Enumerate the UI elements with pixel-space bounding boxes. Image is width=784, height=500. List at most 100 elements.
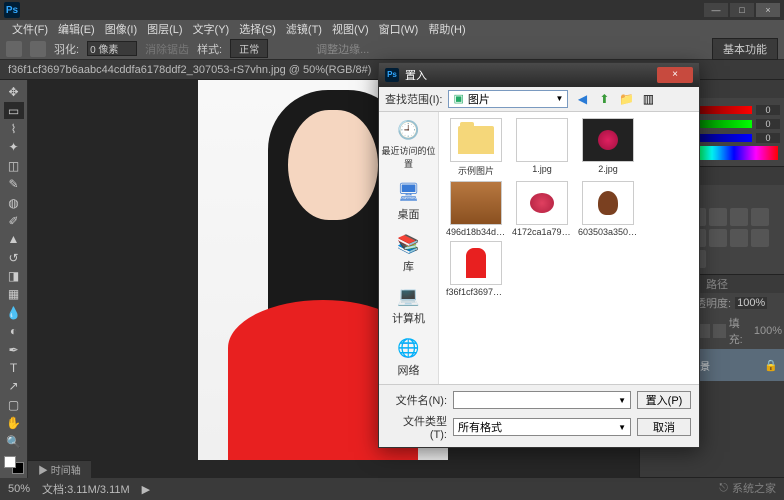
place-computer[interactable]: 💻计算机 bbox=[392, 284, 425, 326]
lookin-combo[interactable]: ▣ 图片 ▼ bbox=[448, 90, 568, 108]
maximize-button[interactable]: □ bbox=[730, 3, 754, 17]
close-button[interactable]: × bbox=[756, 3, 780, 17]
color-swatch[interactable] bbox=[4, 456, 24, 474]
style-select[interactable]: 正常 bbox=[230, 39, 268, 58]
place-library[interactable]: 📚库 bbox=[395, 232, 423, 274]
feather-input[interactable] bbox=[87, 41, 137, 56]
file-item[interactable]: 示例图片 bbox=[445, 118, 507, 177]
move-tool[interactable]: ✥ bbox=[4, 84, 24, 100]
place-network[interactable]: 🌐网络 bbox=[395, 336, 423, 378]
adj-vibrance-icon[interactable] bbox=[730, 208, 748, 226]
up-icon[interactable]: ⬆ bbox=[596, 91, 612, 107]
menu-window[interactable]: 窗口(W) bbox=[375, 20, 423, 38]
dodge-tool[interactable]: ◐ bbox=[4, 323, 24, 339]
title-bar: Ps — □ × bbox=[0, 0, 784, 20]
g-value[interactable]: 0 bbox=[756, 119, 780, 129]
timeline-tab[interactable]: ▶ 时间轴 bbox=[28, 460, 91, 478]
back-icon[interactable]: ◀ bbox=[574, 91, 590, 107]
dialog-title-bar[interactable]: Ps 置入 × bbox=[379, 63, 699, 87]
computer-icon: 💻 bbox=[395, 284, 423, 308]
place-dialog: Ps 置入 × 查找范围(I): ▣ 图片 ▼ ◀ ⬆ 📁 ▥ 🕘最近访问的位置… bbox=[378, 62, 700, 448]
adj-exposure-icon[interactable] bbox=[709, 208, 727, 226]
menu-file[interactable]: 文件(F) bbox=[8, 20, 52, 38]
paths-tab[interactable]: 路径 bbox=[706, 276, 728, 292]
adj-poster-icon[interactable] bbox=[751, 229, 769, 247]
menu-image[interactable]: 图像(I) bbox=[101, 20, 141, 38]
file-item[interactable]: 4172ca1a795d... bbox=[511, 181, 573, 237]
file-item[interactable]: 1.jpg bbox=[511, 118, 573, 177]
antialias-label: 消除锯齿 bbox=[145, 41, 189, 57]
menu-layer[interactable]: 图层(L) bbox=[143, 20, 186, 38]
fill-value[interactable]: 100% bbox=[754, 325, 782, 337]
menu-edit[interactable]: 编辑(E) bbox=[54, 20, 99, 38]
place-recent[interactable]: 🕘最近访问的位置 bbox=[379, 118, 438, 170]
eraser-tool[interactable]: ◨ bbox=[4, 268, 24, 284]
zoom-level[interactable]: 50% bbox=[8, 483, 30, 495]
b-value[interactable]: 0 bbox=[756, 133, 780, 143]
crop-tool[interactable]: ◫ bbox=[4, 158, 24, 174]
place-desktop[interactable]: 🖥桌面 bbox=[395, 180, 423, 222]
minimize-button[interactable]: — bbox=[704, 3, 728, 17]
chevron-down-icon: ▼ bbox=[618, 423, 626, 432]
adj-lookup-icon[interactable] bbox=[709, 229, 727, 247]
pen-tool[interactable]: ✒ bbox=[4, 341, 24, 357]
hand-tool[interactable]: ✋ bbox=[4, 415, 24, 431]
wand-tool[interactable]: ✦ bbox=[4, 139, 24, 155]
blur-tool[interactable]: 💧 bbox=[4, 305, 24, 321]
recent-icon: 🕘 bbox=[395, 118, 423, 142]
refine-edge-button[interactable]: 调整边缘... bbox=[316, 41, 369, 57]
views-icon[interactable]: ▥ bbox=[640, 91, 656, 107]
brush-tool[interactable]: ✐ bbox=[4, 213, 24, 229]
place-button[interactable]: 置入(P) bbox=[637, 391, 691, 409]
shape-tool[interactable]: ▢ bbox=[4, 397, 24, 413]
fill-label: 填充: bbox=[729, 315, 751, 347]
dialog-body: 🕘最近访问的位置 🖥桌面 📚库 💻计算机 🌐网络 示例图片 1.jpg 2.jp… bbox=[379, 112, 699, 384]
type-tool[interactable]: T bbox=[4, 360, 24, 376]
lasso-tool[interactable]: ⌇ bbox=[4, 121, 24, 137]
path-tool[interactable]: ↗ bbox=[4, 378, 24, 394]
zoom-tool[interactable]: 🔍 bbox=[4, 433, 24, 449]
filename-label: 文件名(N): bbox=[387, 392, 447, 408]
adj-invert-icon[interactable] bbox=[730, 229, 748, 247]
lock-all-icon[interactable] bbox=[713, 324, 725, 338]
menu-help[interactable]: 帮助(H) bbox=[424, 20, 469, 38]
lookin-label: 查找范围(I): bbox=[385, 91, 442, 107]
heal-tool[interactable]: ◍ bbox=[4, 194, 24, 210]
file-list[interactable]: 示例图片 1.jpg 2.jpg 496d18b34d07... 4172ca1… bbox=[439, 112, 699, 384]
menu-filter[interactable]: 滤镜(T) bbox=[282, 20, 326, 38]
document-tab[interactable]: f36f1cf3697b6aabc44cddfa6178ddf2_307053-… bbox=[8, 64, 383, 76]
adj-hue-icon[interactable] bbox=[751, 208, 769, 226]
r-value[interactable]: 0 bbox=[756, 105, 780, 115]
marquee-tool[interactable]: ▭ bbox=[4, 102, 24, 118]
tool-preset-icon[interactable] bbox=[6, 41, 22, 57]
cancel-button[interactable]: 取消 bbox=[637, 418, 691, 436]
stamp-tool[interactable]: ▲ bbox=[4, 231, 24, 247]
file-item[interactable]: f36f1cf3697b6... bbox=[445, 241, 507, 297]
dialog-footer: 文件名(N): ▼ 置入(P) 文件类型(T): 所有格式▼ 取消 bbox=[379, 384, 699, 447]
new-folder-icon[interactable]: 📁 bbox=[618, 91, 634, 107]
lookin-value: 图片 bbox=[468, 91, 490, 107]
file-item[interactable]: 496d18b34d07... bbox=[445, 181, 507, 237]
eyedropper-tool[interactable]: ✎ bbox=[4, 176, 24, 192]
file-item[interactable]: 603503a350104... bbox=[577, 181, 639, 237]
app-logo: Ps bbox=[4, 2, 20, 18]
menu-select[interactable]: 选择(S) bbox=[235, 20, 280, 38]
chevron-down-icon: ▼ bbox=[556, 94, 564, 103]
workspace-switcher[interactable]: 基本功能 bbox=[712, 38, 778, 60]
file-item[interactable]: 2.jpg bbox=[577, 118, 639, 177]
doc-info[interactable]: 文档:3.11M/3.11M bbox=[42, 481, 130, 497]
filename-input[interactable]: ▼ bbox=[453, 391, 631, 409]
status-arrow-icon[interactable]: ▶ bbox=[142, 483, 150, 496]
menu-text[interactable]: 文字(Y) bbox=[189, 20, 234, 38]
folder-icon: ▣ bbox=[453, 92, 463, 105]
history-brush-tool[interactable]: ↺ bbox=[4, 250, 24, 266]
network-icon: 🌐 bbox=[395, 336, 423, 360]
desktop-icon: 🖥 bbox=[395, 180, 423, 204]
dialog-close-button[interactable]: × bbox=[657, 67, 693, 83]
watermark-icon: ⎋ bbox=[719, 482, 728, 495]
marquee-icon[interactable] bbox=[30, 41, 46, 57]
gradient-tool[interactable]: ▦ bbox=[4, 286, 24, 302]
menu-view[interactable]: 视图(V) bbox=[328, 20, 373, 38]
opacity-value[interactable]: 100% bbox=[735, 297, 767, 309]
filetype-select[interactable]: 所有格式▼ bbox=[453, 418, 631, 436]
